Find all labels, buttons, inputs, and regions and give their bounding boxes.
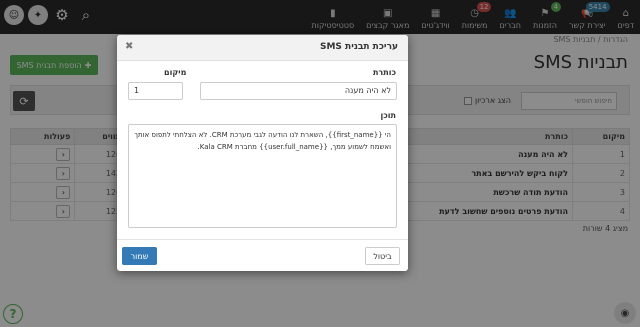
content-textarea[interactable]: הי {{first_name}}, השארת לנו הודעה לגבי … — [128, 124, 397, 228]
cancel-button[interactable]: ביטול — [365, 247, 400, 265]
modal-title: עריכת תבנית SMS — [319, 42, 398, 52]
modal-header: עריכת תבנית SMS ✖ — [117, 35, 408, 61]
content-field-label: תוכן — [380, 111, 397, 120]
title-field-label: כותרת — [372, 68, 396, 77]
edit-sms-template-modal: עריכת תבנית SMS ✖ כותרת לא היה מענה מיקו… — [117, 35, 408, 271]
position-input[interactable]: 1 — [128, 82, 183, 100]
modal-footer: שמור ביטול — [117, 239, 408, 271]
position-field-label: מיקום — [164, 68, 187, 77]
save-button[interactable]: שמור — [122, 247, 157, 265]
close-icon[interactable]: ✖ — [125, 41, 133, 52]
title-input[interactable]: לא היה מענה — [200, 82, 397, 100]
